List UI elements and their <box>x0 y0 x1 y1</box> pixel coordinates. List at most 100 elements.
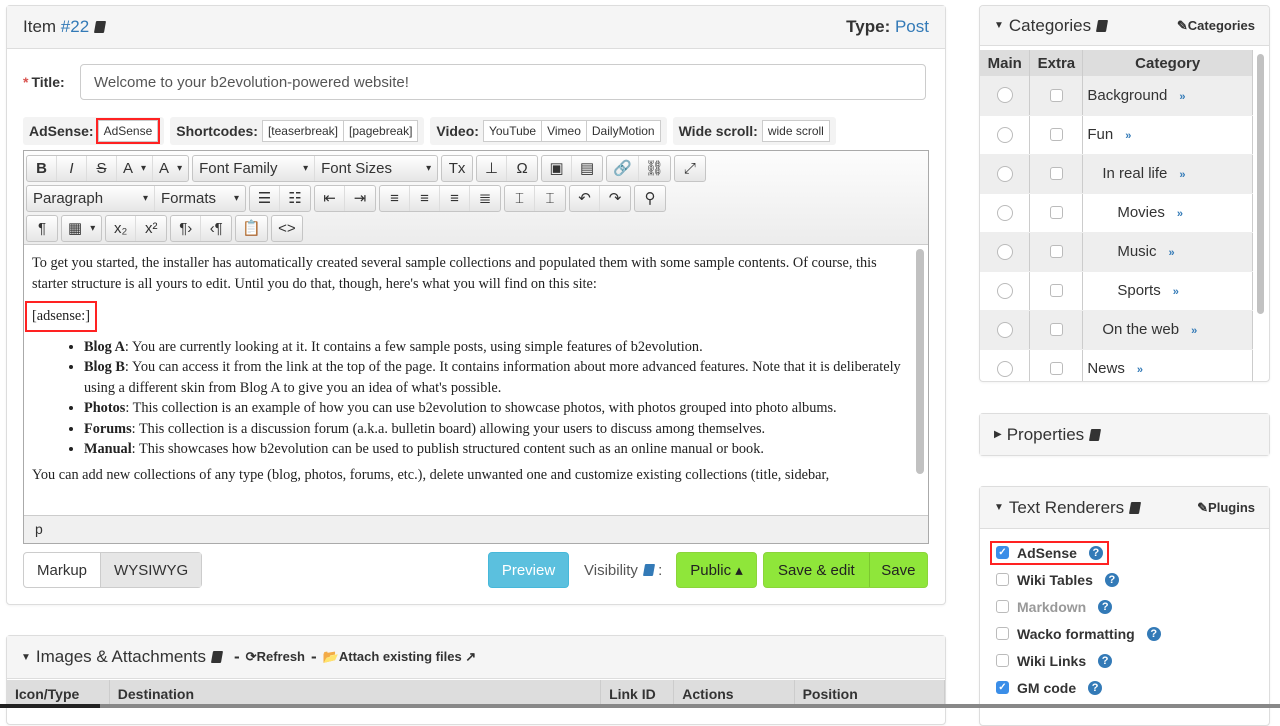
manual-icon[interactable] <box>1089 428 1102 441</box>
link-icon[interactable]: 🔗 <box>607 155 639 181</box>
help-icon[interactable]: ? <box>1088 545 1103 560</box>
extra-category-checkbox[interactable] <box>1049 88 1063 102</box>
text-color-icon[interactable]: A <box>117 155 154 181</box>
help-icon[interactable]: ? <box>1146 626 1161 641</box>
quicktag-button[interactable]: Vimeo <box>541 120 587 142</box>
markup-button[interactable]: Markup <box>24 553 100 587</box>
quicktag-button[interactable]: AdSense <box>95 118 161 144</box>
main-category-radio[interactable] <box>996 126 1013 143</box>
help-icon[interactable]: ? <box>1088 680 1103 695</box>
editor-content[interactable]: To get you started, the installer has au… <box>24 245 928 515</box>
preview-button[interactable]: Preview <box>488 552 569 588</box>
element-path[interactable]: p <box>35 521 43 537</box>
renderer-checkbox[interactable]: ✓ <box>996 681 1009 694</box>
clear-formatting-icon[interactable]: Tx <box>442 156 472 181</box>
paragraph-select[interactable]: Paragraph <box>27 185 155 211</box>
ltr-icon[interactable]: ¶› <box>171 215 202 241</box>
category-more-link[interactable]: » <box>1137 364 1143 376</box>
extra-category-checkbox[interactable] <box>1049 167 1063 180</box>
image-icon[interactable]: ▣ <box>542 155 573 181</box>
table-icon[interactable]: ▦ <box>62 216 101 241</box>
extra-category-checkbox[interactable] <box>1049 323 1063 336</box>
paste-text-icon[interactable]: 📋 <box>236 216 267 241</box>
media-icon[interactable]: ▤ <box>572 156 602 181</box>
find-replace-icon[interactable]: ⚲ <box>635 186 665 211</box>
superscript-icon[interactable]: x² <box>136 216 166 241</box>
main-category-radio[interactable] <box>996 165 1013 182</box>
align-justify-icon[interactable]: ≣ <box>470 186 500 211</box>
background-color-icon[interactable]: A <box>153 156 188 181</box>
extra-category-checkbox[interactable] <box>1049 128 1063 141</box>
source-code-icon[interactable]: <> <box>272 216 302 241</box>
page-break-icon[interactable]: ⌶ <box>505 185 535 211</box>
collapse-icon[interactable]: ▼ <box>21 652 31 663</box>
strikethrough-icon[interactable]: S <box>87 155 117 181</box>
manual-icon[interactable] <box>642 564 655 576</box>
manual-icon[interactable] <box>1129 501 1142 514</box>
attachments-title[interactable]: Images & Attachments <box>36 647 206 667</box>
category-more-link[interactable]: » <box>1179 169 1185 181</box>
category-more-link[interactable]: » <box>1191 325 1197 337</box>
insert-icon[interactable]: ⊥ <box>477 155 508 181</box>
font-sizes-select[interactable]: Font Sizes <box>315 156 437 181</box>
refresh-link[interactable]: ⟳Refresh <box>246 649 305 665</box>
item-id-link[interactable]: #22 <box>61 17 89 37</box>
quicktag-button[interactable]: [pagebreak] <box>343 120 419 142</box>
bottom-scrollbar[interactable] <box>0 704 1280 708</box>
editor-scrollbar[interactable] <box>916 249 924 474</box>
item-type-link[interactable]: Post <box>895 17 929 37</box>
renderer-checkbox[interactable] <box>996 627 1009 640</box>
quicktag-button[interactable]: YouTube <box>482 120 543 142</box>
bold-icon[interactable]: B <box>27 155 57 181</box>
category-name[interactable]: Fun <box>1087 126 1113 143</box>
renderer-checkbox[interactable] <box>996 573 1009 586</box>
category-name[interactable]: Sports <box>1117 282 1160 299</box>
category-name[interactable]: On the web <box>1102 321 1179 338</box>
subscript-icon[interactable]: x₂ <box>106 215 137 241</box>
category-more-link[interactable]: » <box>1169 247 1175 259</box>
plugins-link[interactable]: ✎Plugins <box>1197 500 1255 516</box>
category-name[interactable]: Movies <box>1117 204 1165 221</box>
main-category-radio[interactable] <box>996 321 1013 338</box>
unlink-icon[interactable]: ⛓ <box>639 156 670 181</box>
manual-icon[interactable] <box>94 21 107 33</box>
quicktag-button[interactable]: wide scroll <box>761 120 830 142</box>
attach-files-link[interactable]: 📂Attach existing files ↗ <box>323 649 477 665</box>
save-button[interactable]: Save <box>868 553 927 587</box>
main-category-radio[interactable] <box>996 87 1013 104</box>
formats-select[interactable]: Formats <box>155 186 245 211</box>
italic-icon[interactable]: I <box>57 155 87 181</box>
help-icon[interactable]: ? <box>1098 599 1113 614</box>
rtl-icon[interactable]: ‹¶ <box>201 216 231 241</box>
manual-icon[interactable] <box>210 651 224 663</box>
font-family-select[interactable]: Font Family <box>193 155 316 181</box>
expand-icon[interactable]: ▶ <box>994 429 1002 440</box>
collapse-icon[interactable]: ▼ <box>994 20 1004 31</box>
collapse-icon[interactable]: ▼ <box>994 502 1004 513</box>
help-icon[interactable]: ? <box>1104 572 1119 587</box>
align-left-icon[interactable]: ≡ <box>380 185 410 211</box>
fullscreen-icon[interactable]: ⤢ <box>675 156 705 181</box>
category-more-link[interactable]: » <box>1173 286 1179 298</box>
title-input[interactable] <box>80 64 926 100</box>
main-category-radio[interactable] <box>996 360 1013 377</box>
quicktag-button[interactable]: DailyMotion <box>585 120 661 142</box>
bullet-list-icon[interactable]: ☰ <box>250 185 280 211</box>
category-more-link[interactable]: » <box>1179 91 1185 103</box>
category-name[interactable]: Music <box>1117 243 1156 260</box>
align-center-icon[interactable]: ≡ <box>410 185 440 211</box>
extra-category-checkbox[interactable] <box>1049 206 1063 219</box>
visibility-dropdown[interactable]: Public ▴ <box>676 552 757 588</box>
wysiwyg-button[interactable]: WYSIWYG <box>100 553 202 587</box>
save-and-edit-button[interactable]: Save & edit <box>764 553 869 587</box>
renderer-checkbox[interactable]: ✓ <box>996 546 1009 559</box>
manual-icon[interactable] <box>1096 19 1109 32</box>
extra-category-checkbox[interactable] <box>1049 284 1063 297</box>
renderer-checkbox[interactable] <box>996 654 1009 667</box>
extra-category-checkbox[interactable] <box>1049 362 1063 375</box>
numbered-list-icon[interactable]: ☷ <box>280 186 310 211</box>
indent-icon[interactable]: ⇥ <box>345 186 375 211</box>
categories-scrollbar[interactable] <box>1257 54 1264 314</box>
category-more-link[interactable]: » <box>1125 130 1131 142</box>
special-char-icon[interactable]: Ω <box>507 156 537 181</box>
